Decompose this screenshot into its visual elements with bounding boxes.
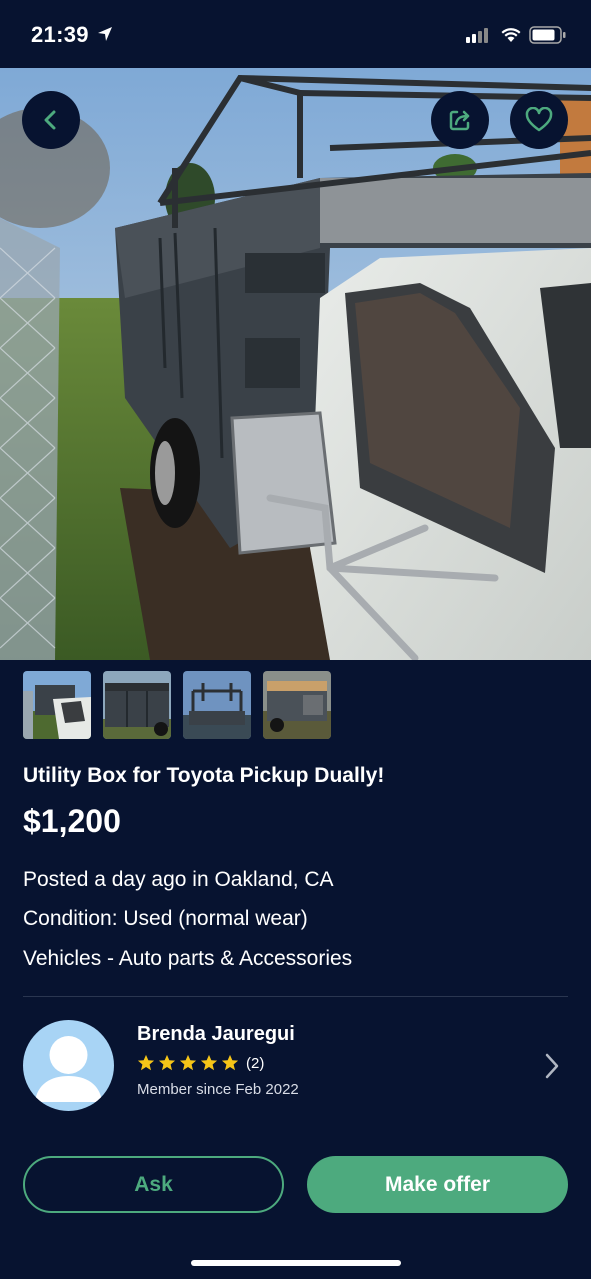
user-icon [35,1036,102,1102]
seller-card[interactable]: Brenda Jauregui (2) Member since Feb 202… [23,1020,568,1112]
posted-info: Posted a day ago in Oakland, CA [23,868,334,891]
divider [23,996,568,997]
make-offer-button[interactable]: Make offer [307,1156,568,1213]
review-count: (2) [246,1054,265,1072]
avatar[interactable] [23,1020,114,1111]
star-icon [137,1054,155,1071]
star-icon [200,1054,218,1071]
listing-price: $1,200 [23,803,121,839]
star-icon [221,1054,239,1071]
share-button[interactable] [431,91,489,149]
thumbnail-strip [23,671,331,739]
battery-icon [529,26,567,49]
star-icon [179,1054,197,1071]
back-button[interactable] [22,91,80,149]
star-icon [158,1054,176,1071]
heart-icon [525,107,553,132]
condition-info: Condition: Used (normal wear) [23,907,308,930]
seller-name[interactable]: Brenda Jauregui [137,1023,295,1046]
listing-photo[interactable] [0,68,591,660]
location-arrow-icon [96,25,114,48]
listing-title: Utility Box for Toyota Pickup Dually! [23,764,385,787]
status-time: 21:39 [31,22,89,47]
wifi-icon [500,26,522,48]
thumbnail-1[interactable] [23,671,91,739]
thumbnail-4[interactable] [263,671,331,739]
seller-rating: (2) [137,1054,264,1072]
thumbnail-2[interactable] [103,671,171,739]
chevron-left-icon [44,110,56,130]
thumbnail-3[interactable] [183,671,251,739]
status-bar: 21:39 [0,0,591,68]
home-indicator[interactable] [191,1260,401,1266]
ask-button[interactable]: Ask [23,1156,284,1213]
category-info: Vehicles - Auto parts & Accessories [23,947,353,970]
cellular-signal-icon [466,27,492,48]
share-icon [449,110,470,131]
member-since: Member since Feb 2022 [137,1081,299,1098]
truck-photo-illustration [0,68,591,660]
chevron-right-icon[interactable] [544,1052,560,1085]
favorite-button[interactable] [510,91,568,149]
